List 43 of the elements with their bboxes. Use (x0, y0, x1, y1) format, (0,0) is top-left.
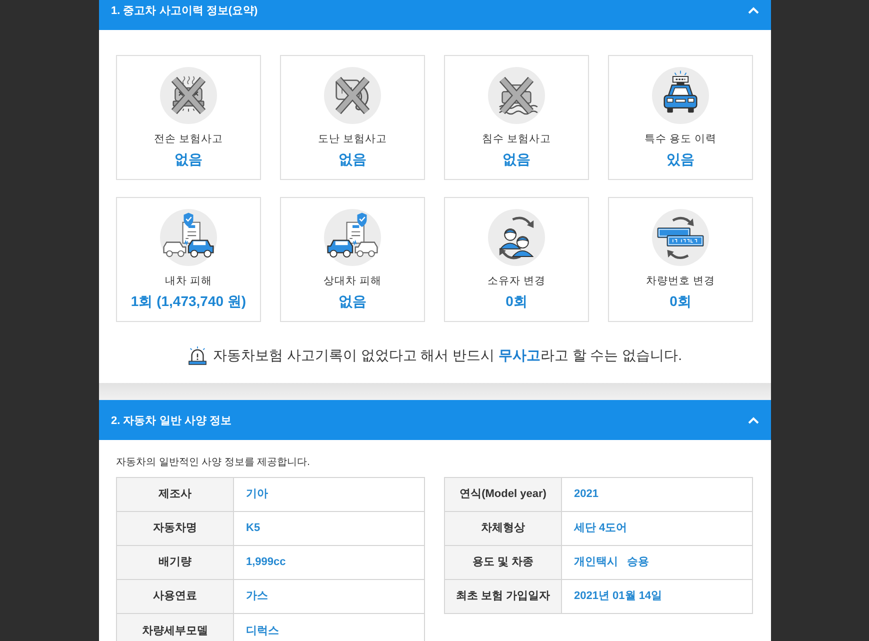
spec-value: 1,999cc (234, 546, 425, 580)
spec-label: 배기량 (117, 546, 234, 580)
card-value: 없음 (338, 292, 366, 310)
spec-value: 2021년 01월 14일 (562, 580, 753, 614)
spec-value: 세단 4도어 (562, 512, 753, 546)
spec-value: 기아 (234, 478, 425, 512)
card-label: 상대차 피해 (324, 274, 382, 288)
siren-icon (186, 346, 208, 364)
chevron-up-icon[interactable] (748, 416, 759, 424)
card-label: 소유자 변경 (488, 274, 546, 288)
spec-label: 차량세부모델 (117, 614, 234, 641)
card-label: 침수 보험사고 (482, 132, 551, 146)
card-value: 없음 (502, 150, 530, 168)
spec-label: 사용연료 (117, 580, 234, 614)
spec-value: 디럭스 (234, 614, 425, 641)
card-value: 0회 (506, 292, 528, 310)
spec-label: 연식(Model year) (445, 478, 562, 512)
card-value: 없음 (174, 150, 202, 168)
chevron-up-icon[interactable] (748, 6, 759, 14)
spec-value: K5 (234, 512, 425, 546)
spec-value: 2021 (562, 478, 753, 512)
card-value: 1회 (1,473,740 원) (130, 292, 246, 310)
spec-label: 차체형상 (445, 512, 562, 546)
card-value: 없음 (338, 150, 366, 168)
section-header[interactable]: 2. 자동차 일반 사양 정보 (99, 400, 771, 440)
spec-value: 개인택시 승용 (562, 546, 753, 580)
card-label: 내차 피해 (165, 274, 212, 288)
spec-label: 최초 보험 가입일자 (445, 580, 562, 614)
spec-label: 용도 및 차종 (445, 546, 562, 580)
spec-label: 제조사 (117, 478, 234, 512)
section-title: 2. 자동차 일반 사양 정보 (111, 414, 232, 428)
card-value: 있음 (666, 150, 694, 168)
card-label: 도난 보험사고 (318, 132, 387, 146)
notice-text: 자동차보험 사고기록이 없었다고 해서 반드시 무사고라고 할 수는 없습니다. (212, 346, 682, 365)
section-description: 자동차의 일반적인 사양 정보를 제공합니다. (116, 457, 310, 469)
card-value: 0회 (670, 292, 692, 310)
section-title: 1. 중고차 사고이력 정보(요약) (111, 4, 258, 18)
spec-label: 자동차명 (117, 512, 234, 546)
section-header[interactable]: 1. 중고차 사고이력 정보(요약) (99, 0, 771, 30)
card-label: 전손 보험사고 (154, 132, 223, 146)
card-label: 차량번호 변경 (646, 274, 715, 288)
card-label: 특수 용도 이력 (644, 132, 716, 146)
spec-value: 가스 (234, 580, 425, 614)
